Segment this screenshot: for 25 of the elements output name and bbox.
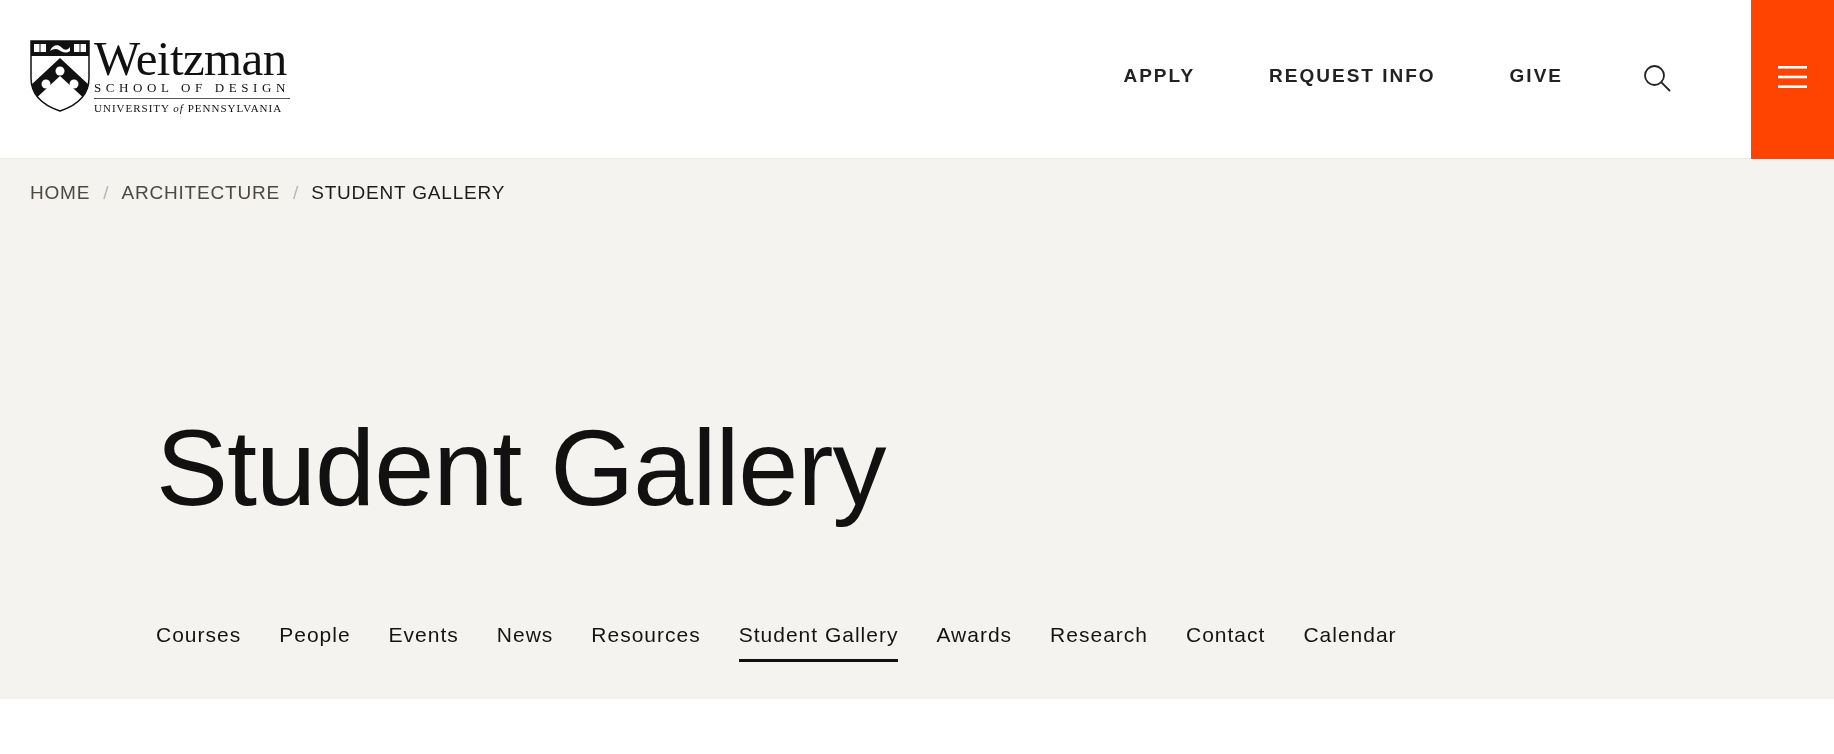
logo-university: UNIVERSITY of PENNSYLVANIA	[94, 102, 284, 115]
nav-link[interactable]: APPLY	[1123, 63, 1196, 88]
search-icon[interactable]	[1643, 63, 1671, 92]
breadcrumb-separator: /	[292, 181, 299, 205]
section-tab[interactable]: Resources	[591, 623, 701, 662]
section-tab[interactable]: Events	[388, 623, 459, 662]
section-tab[interactable]: Student Gallery	[738, 623, 899, 662]
section-tab[interactable]: Awards	[936, 623, 1013, 662]
section-tab[interactable]: Research	[1050, 623, 1148, 662]
breadcrumb-separator: /	[103, 181, 109, 205]
shield-icon	[30, 40, 90, 112]
breadcrumb-link[interactable]: ARCHITECTURE	[121, 181, 280, 205]
section-tab[interactable]: Contact	[1186, 623, 1266, 662]
nav-link[interactable]: GIVE	[1509, 63, 1563, 88]
logo-name: Weitzman	[94, 40, 288, 78]
breadcrumb-current: STUDENT GALLERY	[311, 181, 506, 205]
section-tab[interactable]: Calendar	[1303, 623, 1397, 662]
section-tab[interactable]: Courses	[156, 623, 242, 662]
breadcrumb-link[interactable]: HOME	[30, 181, 91, 205]
menu-icon	[1778, 65, 1807, 88]
page-title: Student Gallery	[156, 406, 886, 530]
section-tab[interactable]: People	[279, 623, 351, 662]
section-tab[interactable]: News	[496, 623, 554, 662]
logo-school: SCHOOL OF DESIGN	[94, 80, 290, 95]
nav-link[interactable]: REQUEST INFO	[1269, 63, 1436, 88]
